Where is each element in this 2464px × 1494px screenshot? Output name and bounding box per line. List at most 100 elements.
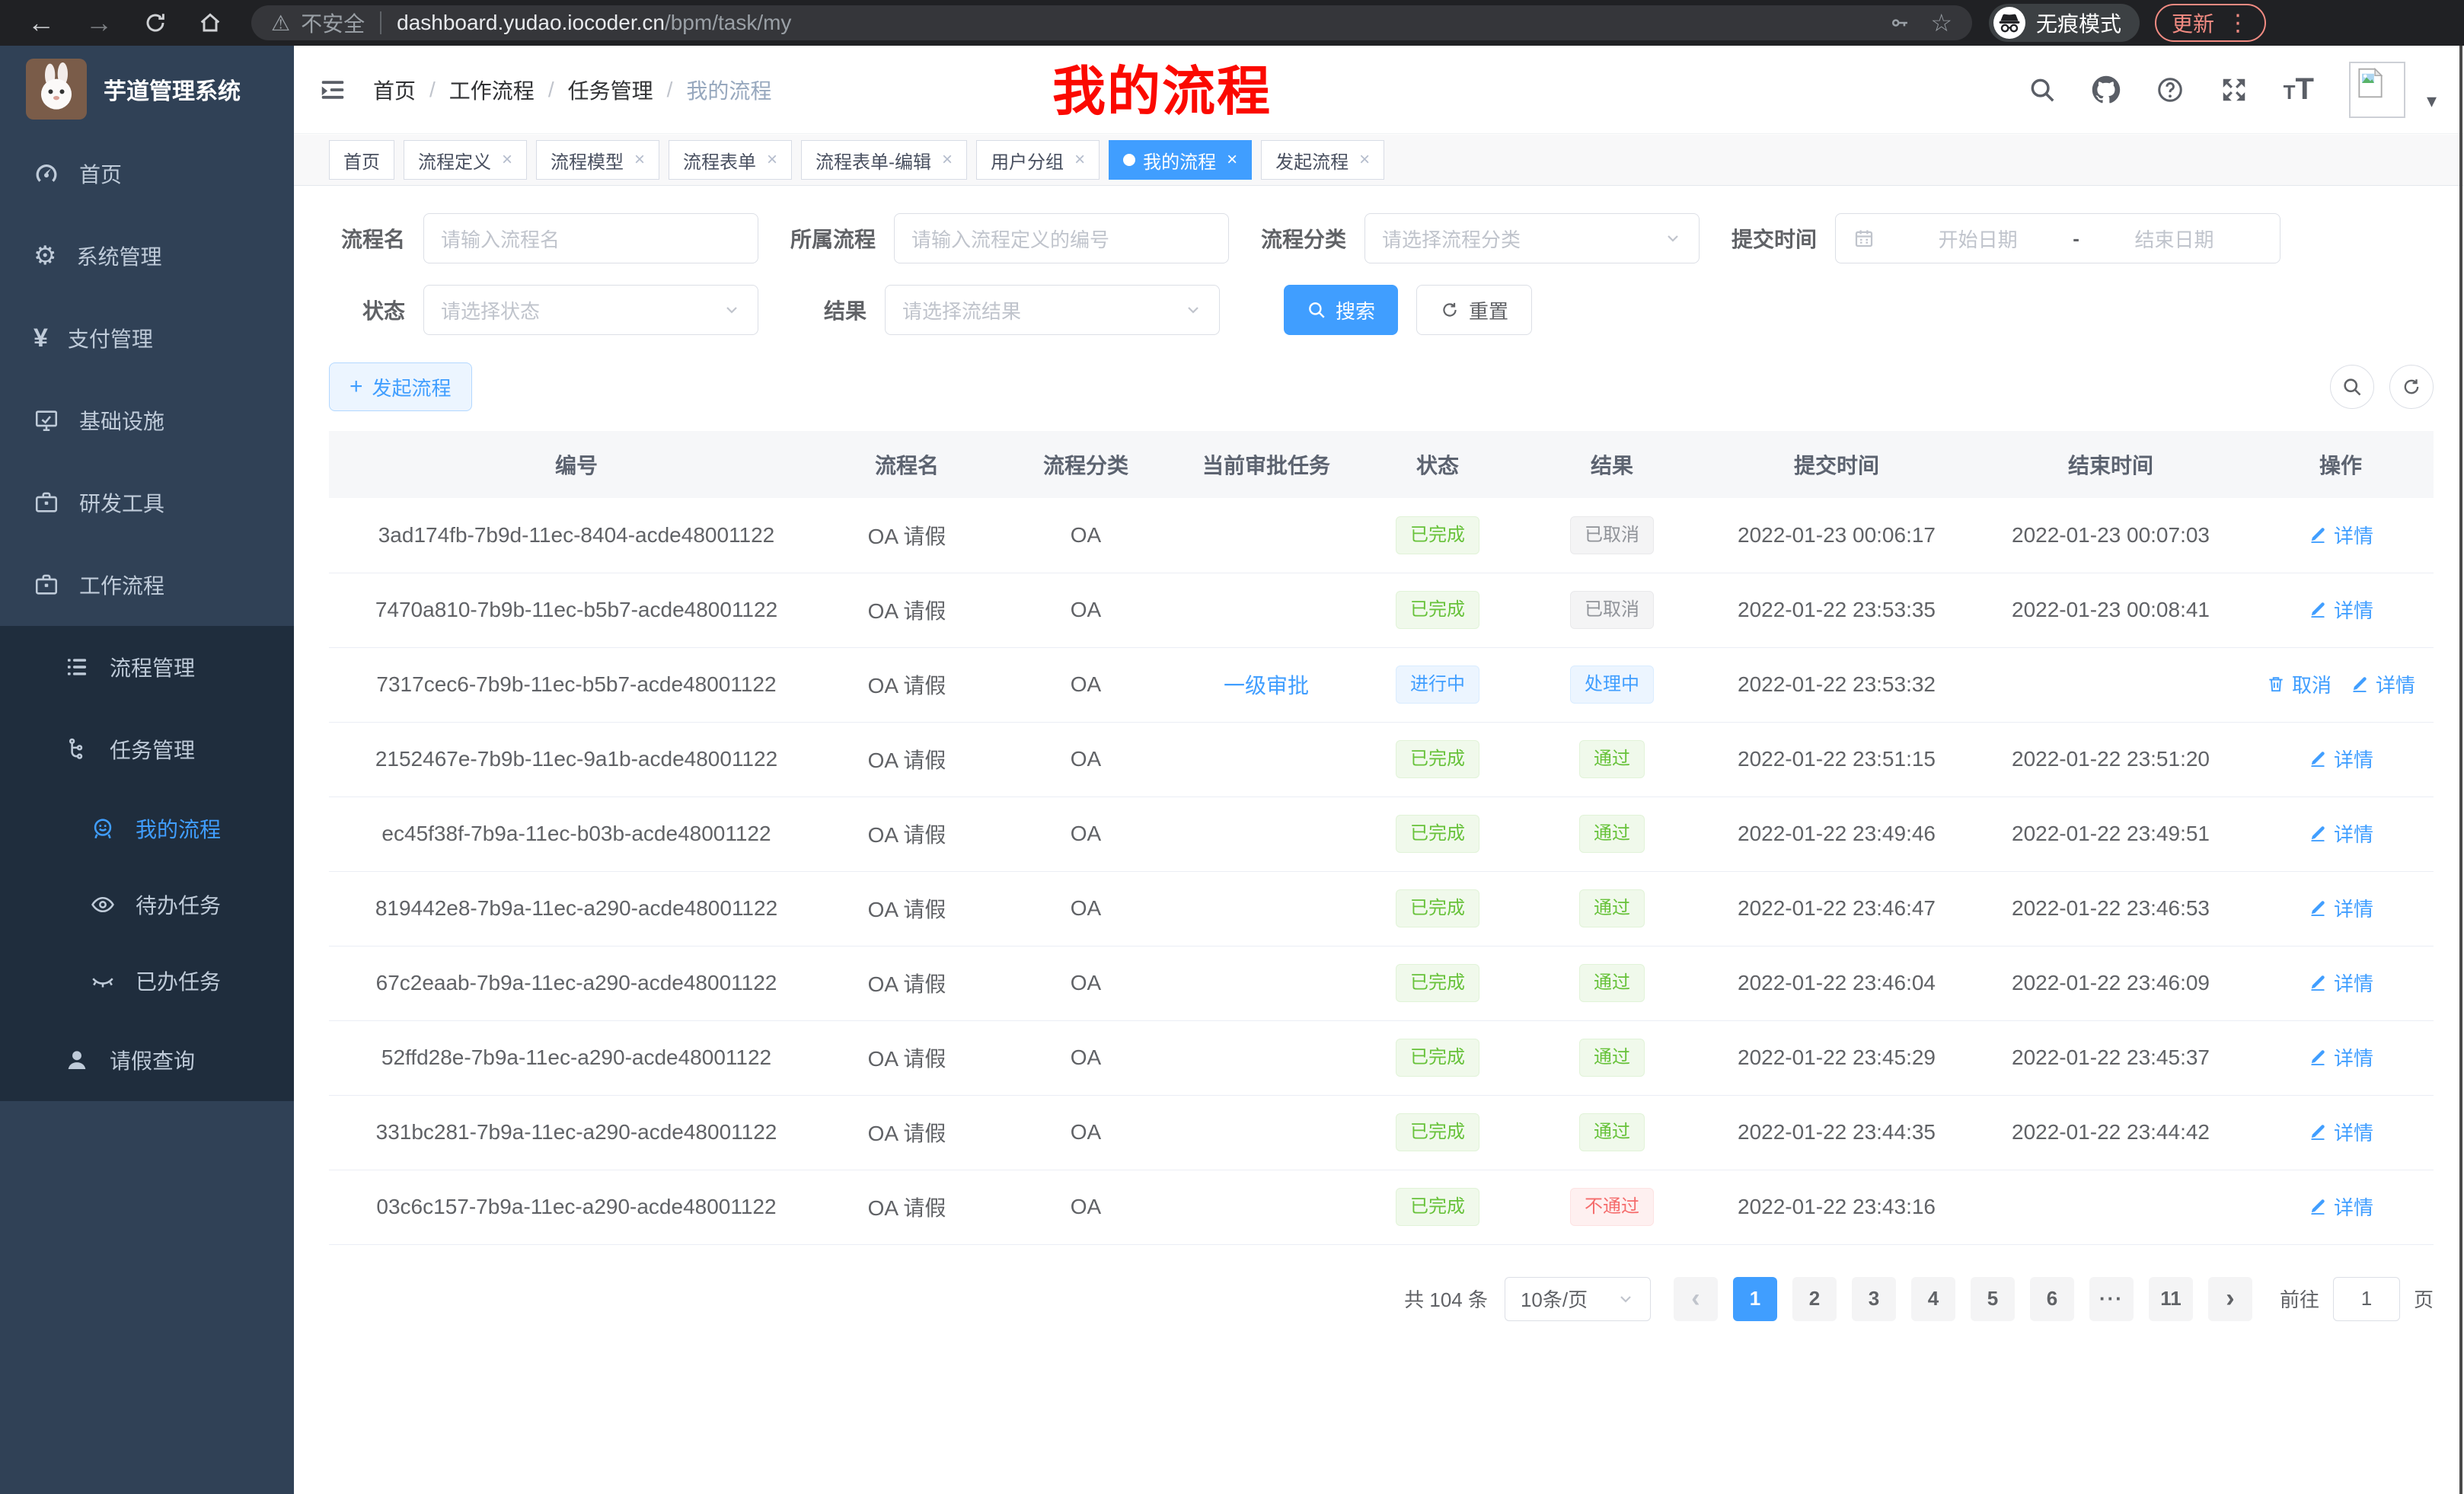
font-size-icon[interactable]: TT xyxy=(2284,72,2314,107)
tab-7[interactable]: 发起流程× xyxy=(1261,140,1384,180)
pagination: 共 104 条10条/页‹123456···11›前往1页 xyxy=(329,1277,2434,1321)
breadcrumb-item-1[interactable]: 工作流程 xyxy=(449,75,535,105)
breadcrumb-item-2[interactable]: 任务管理 xyxy=(568,75,653,105)
tab-6[interactable]: 我的流程× xyxy=(1109,140,1252,180)
page-button-3[interactable]: 3 xyxy=(1852,1277,1896,1321)
fullscreen-icon[interactable] xyxy=(2220,75,2249,104)
sidebar-toggle[interactable] xyxy=(318,75,347,104)
detail-link[interactable]: 详情 xyxy=(2308,745,2373,773)
divider xyxy=(380,11,381,34)
sidebar-item-6[interactable]: 流程管理 xyxy=(0,626,294,708)
close-icon[interactable]: × xyxy=(942,149,953,171)
password-key-icon[interactable] xyxy=(1889,12,1910,34)
detail-link[interactable]: 详情 xyxy=(2308,819,2373,848)
update-button[interactable]: 更新 ⋮ xyxy=(2155,4,2266,42)
dashboard-icon xyxy=(34,161,59,187)
toggle-search-button[interactable] xyxy=(2330,365,2374,409)
table-row-9: 03c6c157-7b9a-11ec-a290-acde48001122OA 请… xyxy=(329,1170,2434,1244)
search-button[interactable]: 搜索 xyxy=(1284,285,1398,335)
sidebar-item-9[interactable]: 待办任务 xyxy=(0,867,294,943)
detail-link[interactable]: 详情 xyxy=(2350,670,2415,698)
caret-down-icon[interactable]: ▾ xyxy=(2427,89,2437,113)
column-header-2: 流程分类 xyxy=(990,431,1182,498)
url-bar[interactable]: ⚠ 不安全 dashboard.yudao.iocoder.cn/bpm/tas… xyxy=(251,5,1972,40)
tab-5[interactable]: 用户分组× xyxy=(976,140,1100,180)
detail-link[interactable]: 详情 xyxy=(2308,1118,2373,1146)
help-icon[interactable] xyxy=(2156,75,2185,104)
tab-0[interactable]: 首页 xyxy=(329,140,394,180)
close-icon[interactable]: × xyxy=(1359,149,1370,171)
tab-2[interactable]: 流程模型× xyxy=(536,140,659,180)
sidebar-item-8[interactable]: 我的流程 xyxy=(0,790,294,867)
sidebar-item-0[interactable]: 首页 xyxy=(0,132,294,215)
process-name-input[interactable]: 请输入流程名 xyxy=(423,213,758,263)
detail-link[interactable]: 详情 xyxy=(2308,595,2373,624)
page-button-1[interactable]: 1 xyxy=(1733,1277,1777,1321)
home-icon[interactable] xyxy=(198,11,222,35)
page-button-2[interactable]: 2 xyxy=(1792,1277,1837,1321)
page-button-6[interactable]: 6 xyxy=(2030,1277,2074,1321)
sidebar-item-7[interactable]: 任务管理 xyxy=(0,708,294,790)
status-select[interactable]: 请选择状态 xyxy=(423,285,758,335)
detail-link[interactable]: 详情 xyxy=(2308,1043,2373,1071)
next-page-button[interactable]: › xyxy=(2208,1277,2252,1321)
header-actions: TT ▾ xyxy=(2028,62,2464,118)
process-table: 编号流程名流程分类当前审批任务状态结果提交时间结束时间操作 3ad174fb-7… xyxy=(329,431,2434,1245)
sidebar-item-2[interactable]: ¥支付管理 xyxy=(0,297,294,379)
chevron-down-icon xyxy=(723,301,741,319)
sidebar-item-5[interactable]: 工作流程 xyxy=(0,544,294,626)
breadcrumb-separator: / xyxy=(429,78,436,102)
url-text: dashboard.yudao.iocoder.cn/bpm/task/my xyxy=(397,11,791,35)
breadcrumb-separator: / xyxy=(667,78,673,102)
cancel-link[interactable]: 取消 xyxy=(2266,670,2332,698)
tab-3[interactable]: 流程表单× xyxy=(669,140,792,180)
bookmark-star-icon[interactable]: ☆ xyxy=(1930,8,1952,37)
refresh-table-button[interactable] xyxy=(2389,365,2434,409)
incognito-icon xyxy=(1993,7,2025,39)
menu-dots-icon[interactable]: ⋮ xyxy=(2226,10,2249,37)
close-icon[interactable]: × xyxy=(634,149,645,171)
detail-link[interactable]: 详情 xyxy=(2308,1192,2373,1221)
close-icon[interactable]: × xyxy=(1227,149,1237,171)
process-category-select[interactable]: 请选择流程分类 xyxy=(1364,213,1700,263)
sidebar-item-11[interactable]: 请假查询 xyxy=(0,1019,294,1101)
detail-link[interactable]: 详情 xyxy=(2308,521,2373,549)
goto-page-input[interactable]: 1 xyxy=(2333,1277,2400,1321)
sidebar-item-3[interactable]: 基础设施 xyxy=(0,379,294,461)
search-icon[interactable] xyxy=(2028,75,2057,104)
edit-icon xyxy=(2308,1122,2328,1141)
process-definition-input[interactable]: 请输入流程定义的编号 xyxy=(894,213,1229,263)
status-badge: 通过 xyxy=(1579,1039,1645,1077)
sidebar-item-10[interactable]: 已办任务 xyxy=(0,943,294,1019)
github-icon[interactable] xyxy=(2092,75,2121,104)
tab-1[interactable]: 流程定义× xyxy=(404,140,527,180)
page-button-4[interactable]: 4 xyxy=(1911,1277,1955,1321)
close-icon[interactable]: × xyxy=(767,149,777,171)
sidebar-item-4[interactable]: 研发工具 xyxy=(0,461,294,544)
breadcrumb-item-0[interactable]: 首页 xyxy=(373,75,416,105)
detail-link[interactable]: 详情 xyxy=(2308,969,2373,997)
detail-link[interactable]: 详情 xyxy=(2308,894,2373,922)
create-process-button[interactable]: + 发起流程 xyxy=(329,362,472,411)
back-icon[interactable]: ← xyxy=(27,9,55,37)
reload-icon[interactable] xyxy=(143,11,168,35)
close-icon[interactable]: × xyxy=(1074,149,1085,171)
avatar[interactable] xyxy=(2349,62,2405,118)
result-select[interactable]: 请选择流结果 xyxy=(885,285,1220,335)
security-label: 不安全 xyxy=(301,8,365,38)
sidebar-item-1[interactable]: ⚙系统管理 xyxy=(0,215,294,297)
tab-4[interactable]: 流程表单-编辑× xyxy=(801,140,967,180)
forward-icon[interactable]: → xyxy=(85,9,113,37)
close-icon[interactable]: × xyxy=(502,149,512,171)
prev-page-button[interactable]: ‹ xyxy=(1674,1277,1718,1321)
breadcrumb-item-3[interactable]: 我的流程 xyxy=(686,75,771,105)
page-button-ellipsis[interactable]: ··· xyxy=(2089,1277,2134,1321)
page-button-5[interactable]: 5 xyxy=(1971,1277,2015,1321)
current-task-link[interactable]: 一级审批 xyxy=(1224,669,1309,700)
monitor-icon xyxy=(34,407,59,433)
page-button-11[interactable]: 11 xyxy=(2149,1277,2193,1321)
page-size-select[interactable]: 10条/页 xyxy=(1505,1277,1651,1321)
reset-button[interactable]: 重置 xyxy=(1416,285,1532,335)
status-badge: 处理中 xyxy=(1570,666,1654,704)
submit-time-daterange[interactable]: 开始日期-结束日期 xyxy=(1835,213,2280,263)
